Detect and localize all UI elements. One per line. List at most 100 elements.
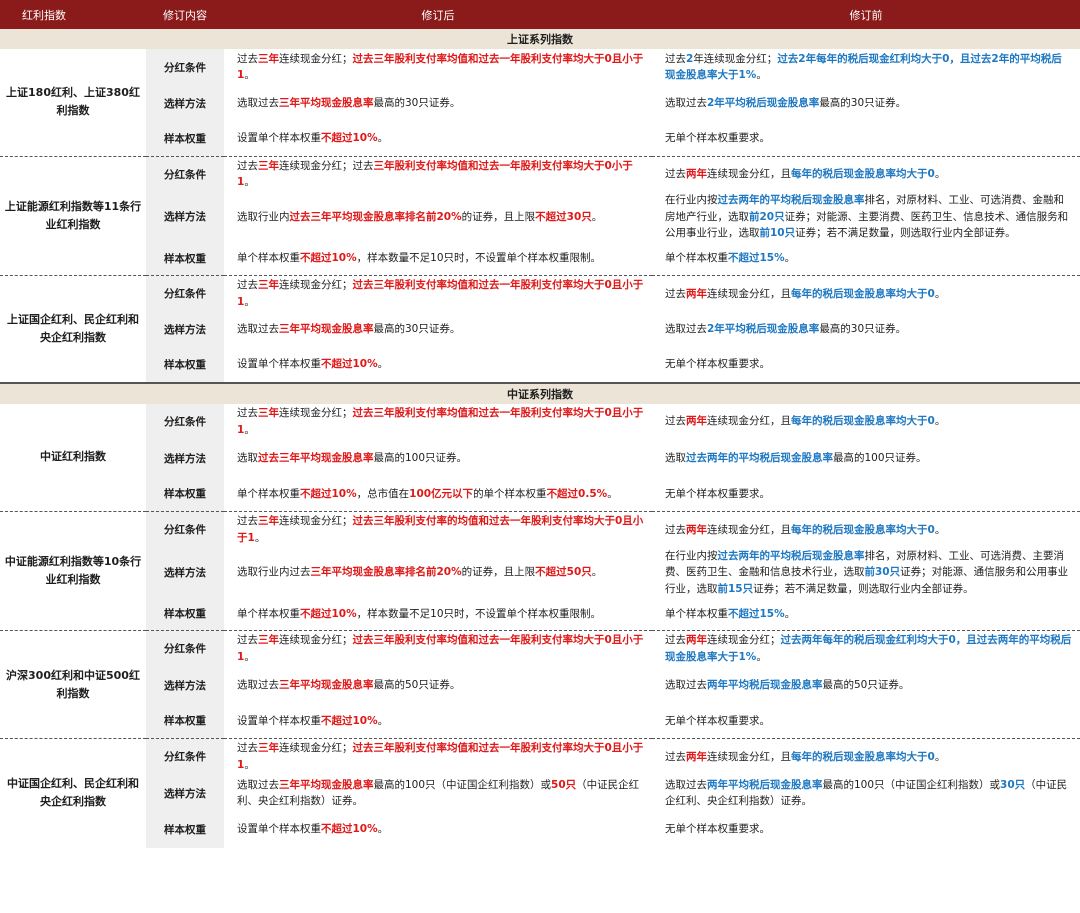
original-text: 选取过去2年平均税后现金股息率最高的30只证券。 — [652, 85, 1080, 121]
text-segment: 不超过50只 — [535, 566, 592, 579]
text-segment: 两年平均税后现金股息率 — [707, 678, 823, 691]
text-segment: 最高的30只证券。 — [819, 96, 907, 109]
text-segment: 过去 — [665, 523, 686, 536]
text-segment: 选取过去 — [237, 678, 279, 691]
header-before: 修订前 — [652, 0, 1080, 29]
text-segment: 连续现金分红； — [279, 52, 353, 65]
text-segment: 选取过去 — [665, 323, 707, 336]
text-segment: 每年的税后现金股息率均大于0 — [791, 168, 935, 180]
revised-text: 选取过去三年平均现金股息率最高的50只证券。 — [224, 666, 652, 704]
text-segment: 过去 — [665, 415, 686, 428]
text-segment: 年连续现金分红； — [693, 52, 778, 65]
revised-text: 过去三年连续现金分红；过去三年股利支付率均值和过去一年股利支付率均大于0且小于1… — [224, 275, 652, 312]
text-segment: 三年 — [258, 159, 279, 172]
text-segment: 三年平均现金股息率 — [279, 96, 374, 109]
dividend-index-revision-table: 红利指数 修订内容 修订后 修订前 上证系列指数 上证180红利、上证380红利指… — [0, 0, 1080, 848]
text-segment: 不超过0.5% — [546, 487, 608, 500]
text-segment: 2年平均税后现金股息率 — [707, 96, 820, 109]
text-segment: 前20只 — [749, 210, 785, 223]
section-title: 中证系列指数 — [0, 381, 1080, 404]
original-text: 过去2年连续现金分红；过去2年每年的税后现金红利均大于0，且过去2年的平均税后现… — [652, 49, 1080, 85]
text-segment: 过去 — [665, 750, 686, 763]
text-segment: 在行业内按 — [665, 194, 718, 206]
text-segment: 在行业内按 — [665, 549, 718, 562]
revised-text: 设置单个样本权重不超过10%。 — [224, 121, 652, 156]
text-segment: 过去两年的平均税后现金股息率 — [717, 194, 865, 206]
text-segment: 设置单个样本权重 — [237, 358, 321, 371]
original-text: 无单个样本权重要求。 — [652, 703, 1080, 739]
text-segment: 单个样本权重 — [237, 607, 300, 620]
text-segment: 三年 — [258, 279, 279, 292]
text-segment: 选取 — [237, 451, 258, 464]
text-segment: 连续现金分红，且 — [707, 287, 791, 300]
revised-text: 单个样本权重不超过10%，样本数量不足10只时，不设置单个样本权重限制。 — [224, 241, 652, 276]
text-segment: 。 — [934, 523, 946, 536]
text-segment: 前10只 — [759, 227, 796, 239]
text-segment: 不超过10% — [300, 607, 357, 620]
revised-text: 设置单个样本权重不超过10%。 — [224, 811, 652, 848]
text-segment: 过去 — [237, 159, 258, 172]
text-segment: 不超过30只 — [535, 210, 592, 223]
text-segment: 最高的30只证券。 — [373, 96, 461, 109]
text-segment: 过去 — [237, 279, 258, 292]
text-segment: 过去 — [665, 52, 686, 65]
text-segment: 。 — [244, 758, 255, 771]
text-segment: 单个样本权重 — [237, 487, 300, 500]
text-segment: 两年平均税后现金股息率 — [707, 778, 823, 791]
text-segment: 两年 — [686, 415, 707, 428]
text-segment: 。 — [244, 423, 255, 436]
revision-category: 样本权重 — [146, 121, 224, 156]
revised-text: 设置单个样本权重不超过10%。 — [224, 703, 652, 739]
revision-category: 样本权重 — [146, 703, 224, 739]
text-segment: 选取行业内过去 — [237, 566, 311, 579]
revision-category: 分红条件 — [146, 511, 224, 548]
text-segment: 每年的税后现金股息率均大于0 — [791, 287, 935, 300]
text-segment: 证券；若不满足数量，则选取行业内全部证券。 — [795, 227, 1016, 239]
text-segment: 过去两年的平均税后现金股息率 — [686, 451, 833, 464]
revision-category: 样本权重 — [146, 811, 224, 848]
text-segment: 最高的100只证券。 — [833, 451, 927, 464]
revised-text: 过去三年连续现金分红；过去三年股利支付率均值和过去一年股利支付率均大于0且小于1… — [224, 49, 652, 85]
text-segment: 三年 — [258, 515, 279, 528]
text-segment: 三年 — [258, 742, 279, 755]
header-content: 修订内容 — [146, 0, 224, 29]
text-segment: 连续现金分红，且 — [707, 168, 791, 180]
revised-text: 选取行业内过去三年平均现金股息率排名前20%的证券，且上限不超过30只。 — [224, 192, 652, 242]
revision-category: 选样方法 — [146, 439, 224, 477]
text-segment: 。 — [591, 566, 603, 579]
text-segment: 过去 — [237, 52, 258, 65]
text-segment: 。 — [607, 487, 618, 500]
revised-text: 选取过去三年平均现金股息率最高的30只证券。 — [224, 85, 652, 121]
revised-text: 选取过去三年平均现金股息率最高的30只证券。 — [224, 311, 652, 348]
table-row: 样本权重 设置单个样本权重不超过10%。 无单个样本权重要求。 — [0, 347, 1080, 383]
revised-text: 过去三年连续现金分红；过去三年股利支付率均值和过去一年股利支付率均大于0且小于1… — [224, 630, 652, 667]
text-segment: 。 — [254, 531, 266, 544]
text-segment: 过去三年平均现金股息率排名前20% — [289, 210, 462, 223]
original-text: 过去两年连续现金分红，且每年的税后现金股息率均大于0。 — [652, 403, 1080, 440]
text-segment: 两年 — [686, 523, 707, 536]
text-segment: 两年 — [686, 168, 707, 180]
text-segment: 不超过10% — [300, 487, 357, 500]
text-segment: 的证券，且上限 — [461, 566, 536, 579]
table-row: 中证能源红利指数等10条行业红利指数 分红条件 过去三年连续现金分红；过去三年股利支… — [0, 511, 1080, 631]
table-row: 样本权重 设置单个样本权重不超过10%。 无单个样本权重要求。 — [0, 811, 1080, 848]
table-header-row: 红利指数 修订内容 修订后 修订前 — [0, 0, 1080, 29]
text-segment: 。 — [934, 287, 946, 300]
text-segment: 过去 — [237, 634, 258, 647]
text-segment: 每年的税后现金股息率均大于0 — [791, 415, 935, 428]
text-segment: 过去 — [237, 742, 258, 755]
table-row: 选样方法 选取过去三年平均现金股息率最高的30只证券。 选取过去2年平均税后现金股息… — [0, 85, 1080, 121]
text-segment: 。 — [377, 714, 389, 727]
index-name: 上证国企红利、民企红利和央企红利指数 — [0, 275, 146, 383]
header-after: 修订后 — [224, 0, 652, 29]
revised-text: 设置单个样本权重不超过10%。 — [224, 347, 652, 383]
text-segment: 连续现金分红； — [279, 279, 353, 292]
text-segment: 30只 — [1000, 778, 1026, 791]
revision-category: 分红条件 — [146, 738, 224, 775]
original-text: 单个样本权重不超过15%。 — [652, 241, 1080, 276]
text-segment: 无单个样本权重要求。 — [665, 714, 770, 727]
text-segment: 。 — [784, 607, 796, 620]
text-segment: 不超过15% — [728, 607, 785, 620]
original-text: 过去两年连续现金分红；过去两年每年的税后现金红利均大于0，且过去两年的平均税后现… — [652, 630, 1080, 667]
index-name: 上证能源红利指数等11条行业红利指数 — [0, 155, 146, 276]
